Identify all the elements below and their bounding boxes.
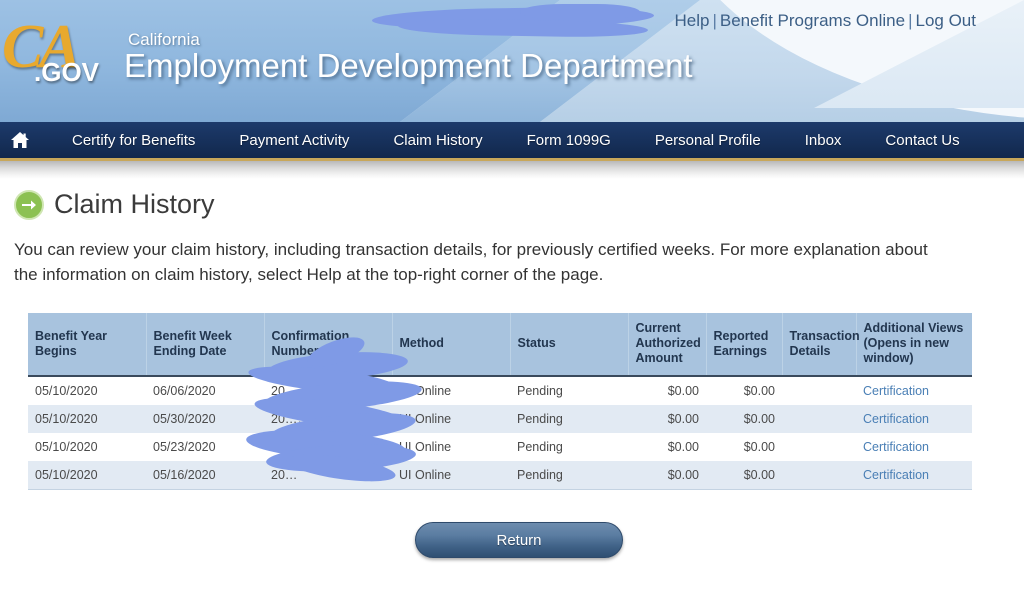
cell-additional-views: Certification [856,405,972,433]
col-current-authorized-amount: Current Authorized Amount [628,313,707,378]
cell-benefit-year-begins: 05/10/2020 [35,440,98,455]
cell-reported-earnings: $0.00 [743,440,775,455]
cell-benefit-week-ending-date: 06/06/2020 [153,384,216,399]
cell-status: Pending [517,384,563,399]
cell-status: Pending [517,468,563,483]
nav-item-personal-profile[interactable]: Personal Profile [633,132,783,149]
cell-method: UI Online [399,468,452,483]
cell-benefit-week-ending-date: 05/16/2020 [153,468,216,483]
table-body: 05/10/2020 06/06/2020 20……9287 UI Online… [28,376,972,490]
col-reported-earnings: Reported Earnings [706,313,783,378]
cell-transaction-details [782,405,856,433]
certification-link[interactable]: Certification [863,412,929,426]
cell-additional-views: Certification [856,376,972,405]
col-status: Status [510,313,629,378]
ca-gov-logo[interactable]: CA .GOV [2,13,106,98]
col-method: Method [392,313,511,378]
nav-item-payment-activity[interactable]: Payment Activity [217,132,371,149]
cell-status: Pending [517,440,563,455]
cell-transaction-details [782,376,856,405]
page-title-row: Claim History [14,189,1024,220]
main-navigation: Certify for Benefits Payment Activity Cl… [0,122,1024,161]
col-transaction-details: Transaction Details [782,313,860,378]
table-row: 05/10/2020 05/16/2020 20… UI Online Pend… [28,461,972,490]
cell-additional-views: Certification [856,461,972,490]
claim-history-table-wrapper: Benefit Year Begins Benefit Week Ending … [28,313,972,490]
cell-benefit-year-begins: 05/10/2020 [35,384,98,399]
cell-benefit-week-ending-date: 05/23/2020 [153,440,216,455]
cell-transaction-details [782,433,856,461]
col-additional-views: Additional Views (Opens in new window) [856,313,972,378]
cell-benefit-year-begins: 05/10/2020 [35,468,98,483]
link-separator-2: | [908,11,913,30]
cell-reported-earnings: $0.00 [743,412,775,427]
cell-confirmation-number: 20……7 [271,412,317,427]
link-separator-1: | [712,11,717,30]
certification-link[interactable]: Certification [863,384,929,398]
nav-item-contact-us[interactable]: Contact Us [863,132,981,149]
green-arrow-icon [14,189,44,220]
cell-confirmation-number: 20……273 [271,440,331,455]
table-row: 05/10/2020 05/23/2020 20……273 UI Online … [28,433,972,462]
cell-method: UI Online [399,412,452,427]
cell-transaction-details [782,461,856,490]
cell-confirmation-number: 20……9287 [271,384,338,399]
col-confirmation-number: Confirmation Number [264,313,393,378]
help-link[interactable]: Help [674,11,709,30]
cell-method: UI Online [399,440,452,455]
table-row: 05/10/2020 06/06/2020 20……9287 UI Online… [28,376,972,406]
return-button[interactable]: Return [415,522,623,559]
home-icon[interactable] [4,122,36,158]
cell-benefit-week-ending-date: 05/30/2020 [153,412,216,427]
logo-gov-text: .GOV [34,57,100,87]
certification-link[interactable]: Certification [863,468,929,482]
header-links: Help | Benefit Programs Online | Log Out [674,11,976,31]
nav-item-form-1099g[interactable]: Form 1099G [505,132,633,149]
cell-current-authorized-amount: $0.00 [667,468,699,483]
cell-benefit-year-begins: 05/10/2020 [35,412,98,427]
cell-current-authorized-amount: $0.00 [667,384,699,399]
main-content: Claim History You can review your claim … [0,189,1024,559]
col-benefit-year-begins: Benefit Year Begins [28,313,147,378]
site-header: CA .GOV California Employment Developmen… [0,0,1024,122]
button-row: Return [14,522,1024,559]
benefit-programs-online-link[interactable]: Benefit Programs Online [720,11,905,30]
cell-reported-earnings: $0.00 [743,468,775,483]
page-title: Claim History [54,189,215,219]
nav-item-certify-for-benefits[interactable]: Certify for Benefits [50,132,217,149]
table-header: Benefit Year Begins Benefit Week Ending … [28,313,972,378]
cell-current-authorized-amount: $0.00 [667,440,699,455]
nav-item-inbox[interactable]: Inbox [783,132,864,149]
cell-additional-views: Certification [856,433,972,461]
cell-reported-earnings: $0.00 [743,384,775,399]
cell-status: Pending [517,412,563,427]
page-intro-text: You can review your claim history, inclu… [14,240,928,284]
table-row: 05/10/2020 05/30/2020 20……7 UI Online Pe… [28,405,972,434]
nav-shadow-gradient [0,161,1024,179]
claim-history-table: Benefit Year Begins Benefit Week Ending … [28,313,972,490]
nav-item-claim-history[interactable]: Claim History [371,132,504,149]
cell-method: UI Online [399,384,452,399]
certification-link[interactable]: Certification [863,440,929,454]
header-title: Employment Development Department [124,47,693,84]
cell-confirmation-number: 20… [271,468,298,483]
cell-current-authorized-amount: $0.00 [667,412,699,427]
log-out-link[interactable]: Log Out [916,11,977,30]
col-benefit-week-ending-date: Benefit Week Ending Date [146,313,265,378]
table-header-row: Benefit Year Begins Benefit Week Ending … [28,313,972,378]
